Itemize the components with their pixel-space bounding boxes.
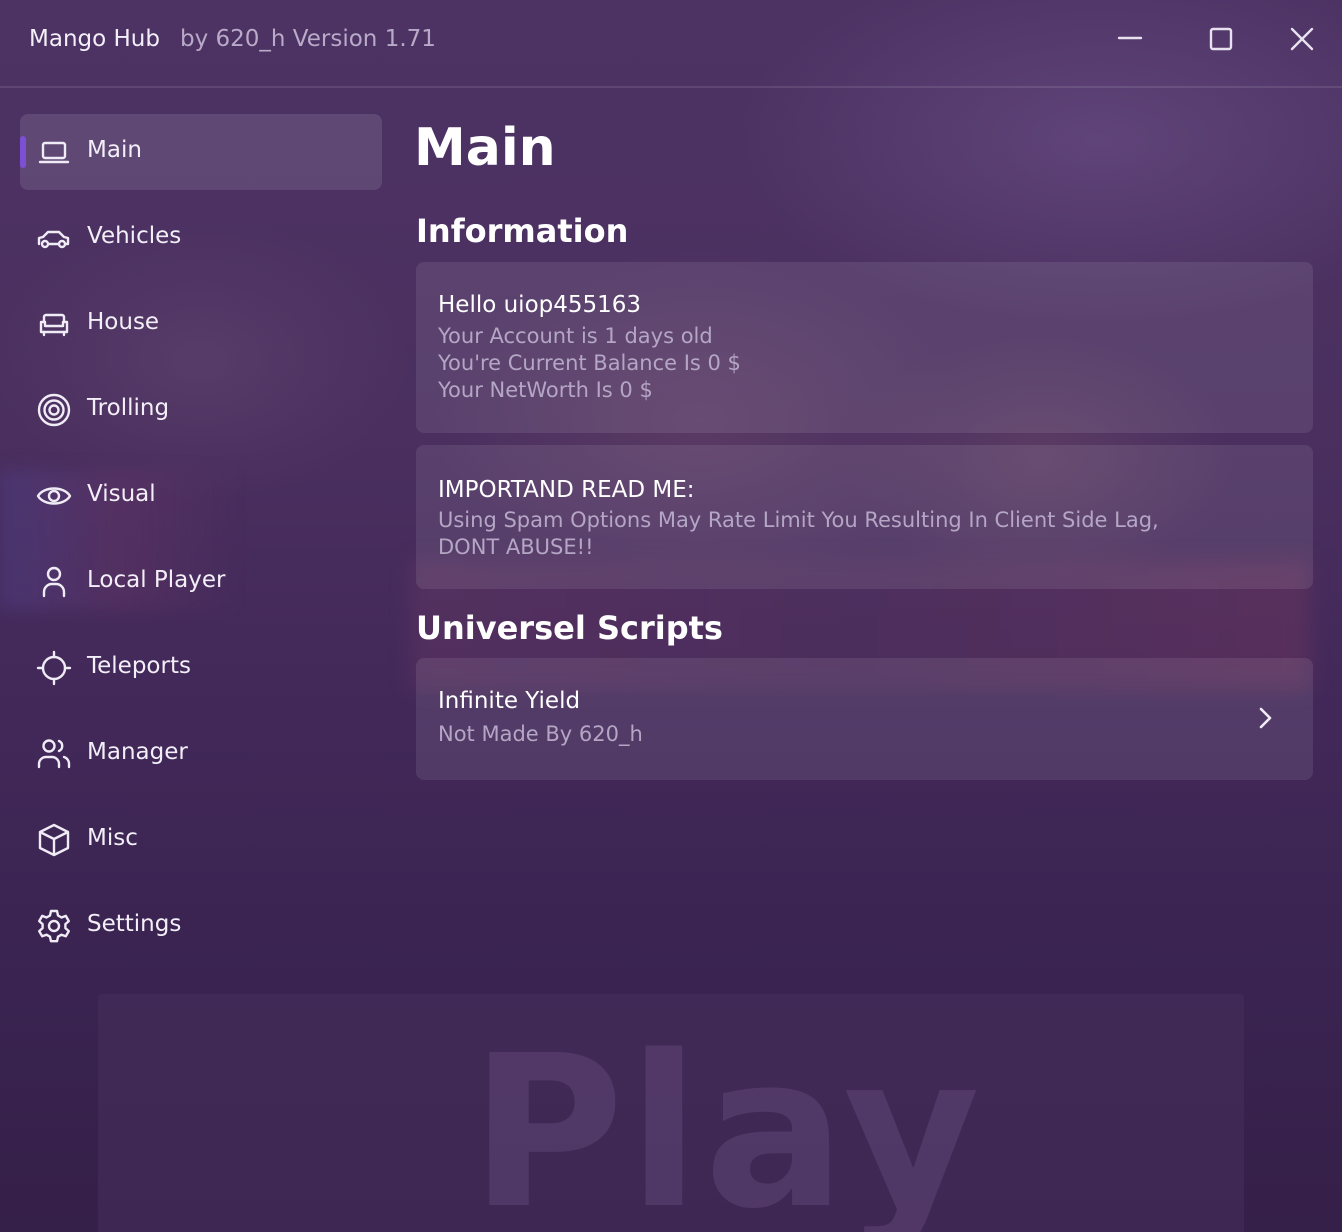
account-info-card: Hello uiop455163 Your Account is 1 days … [416, 262, 1313, 433]
sidebar-item-trolling[interactable]: Trolling [20, 372, 382, 448]
account-age-text: Your Account is 1 days old [438, 324, 713, 348]
page-title: Main [414, 118, 556, 178]
app-title: Mango Hub [29, 26, 160, 52]
maximize-button[interactable] [1203, 22, 1239, 58]
notice-card: IMPORTAND READ ME: Using Spam Options Ma… [416, 445, 1313, 589]
sofa-icon [36, 306, 74, 342]
sidebar-item-main[interactable]: Main [20, 114, 382, 190]
sidebar-item-label: Visual [87, 481, 156, 507]
sidebar-item-local-player[interactable]: Local Player [20, 544, 382, 620]
balance-text: You're Current Balance Is 0 $ [438, 351, 741, 375]
sidebar-item-house[interactable]: House [20, 286, 382, 362]
user-icon [36, 564, 74, 600]
sidebar-item-vehicles[interactable]: Vehicles [20, 200, 382, 276]
sidebar-item-label: House [87, 309, 160, 335]
greeting-text: Hello uiop455163 [438, 292, 642, 318]
notice-title: IMPORTAND READ ME: [438, 477, 695, 503]
script-title: Infinite Yield [438, 688, 581, 714]
notice-line: DONT ABUSE!! [438, 535, 594, 559]
sidebar-item-label: Vehicles [87, 223, 182, 249]
app-subtitle: by 620_h Version 1.71 [180, 26, 436, 52]
section-title-universal-scripts: Universel Scripts [416, 609, 723, 647]
active-indicator [20, 136, 26, 168]
chevron-right-icon [1259, 707, 1272, 729]
laptop-icon [36, 134, 74, 170]
networth-text: Your NetWorth Is 0 $ [438, 378, 653, 402]
sidebar-item-manager[interactable]: Manager [20, 716, 382, 792]
target-icon [36, 392, 74, 428]
sidebar-item-label: Local Player [87, 567, 226, 593]
sidebar-item-label: Misc [87, 825, 138, 851]
car-icon [36, 220, 74, 256]
eye-icon [36, 478, 74, 514]
box-icon [36, 822, 74, 858]
background-play-text: Play [470, 1010, 985, 1232]
sidebar: Main Vehicles House Trolling Visual Loca… [20, 114, 382, 974]
crosshair-icon [36, 650, 74, 686]
title-bar: Mango Hub by 620_h Version 1.71 [0, 0, 1342, 88]
sidebar-item-label: Teleports [87, 653, 191, 679]
users-icon [36, 736, 74, 772]
close-button[interactable] [1284, 22, 1320, 58]
minimize-icon [1117, 36, 1143, 40]
sidebar-item-label: Manager [87, 739, 188, 765]
script-subtitle: Not Made By 620_h [438, 722, 643, 746]
maximize-icon [1209, 27, 1233, 51]
section-title-information: Information [416, 212, 629, 250]
sidebar-item-teleports[interactable]: Teleports [20, 630, 382, 706]
script-item-infinite-yield[interactable]: Infinite Yield Not Made By 620_h [416, 658, 1313, 780]
sidebar-item-settings[interactable]: Settings [20, 888, 382, 964]
sidebar-item-misc[interactable]: Misc [20, 802, 382, 878]
minimize-button[interactable] [1112, 22, 1148, 58]
close-icon [1290, 27, 1314, 51]
sidebar-item-visual[interactable]: Visual [20, 458, 382, 534]
notice-line: Using Spam Options May Rate Limit You Re… [438, 508, 1159, 532]
gear-icon [36, 908, 74, 944]
sidebar-item-label: Trolling [87, 395, 170, 421]
sidebar-item-label: Main [87, 137, 142, 163]
sidebar-item-label: Settings [87, 911, 182, 937]
